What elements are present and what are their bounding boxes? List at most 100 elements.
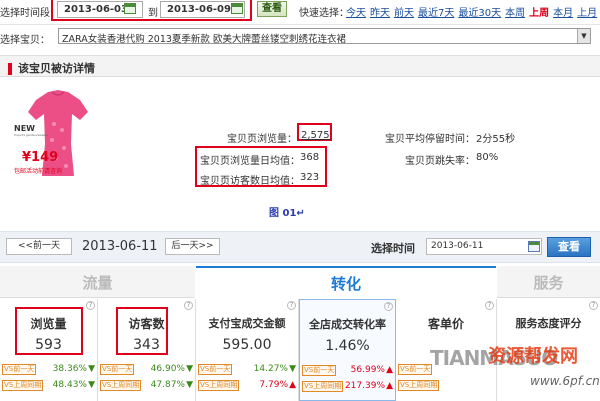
calendar-icon[interactable]	[124, 3, 136, 14]
compare-tag: VS前一天	[302, 365, 337, 376]
page-views-metric-highlight	[15, 307, 83, 355]
product-select-label: 选择宝贝：	[0, 35, 50, 46]
price-tag: ¥149	[22, 150, 59, 165]
daily-uv-value: 323	[300, 172, 320, 183]
calendar-icon[interactable]	[528, 241, 540, 252]
avg-stay-label: 宝贝平均停留时间：	[385, 134, 475, 145]
metric-label: 服务态度评分	[515, 317, 582, 330]
compare-last-week: VS上周同期 47.87% ▼	[98, 379, 195, 393]
compare-percent: 217.39%	[344, 381, 385, 391]
arrow-down-icon: ▼	[88, 364, 95, 374]
date-picker-input[interactable]: 2013-06-11	[426, 238, 542, 255]
metric-alipay-amount: ? 支付宝成交金额 595.00 VS前一天 14.27% ▼ VS上周同期 7…	[196, 299, 299, 401]
help-icon[interactable]: ?	[384, 302, 393, 311]
arrow-down-icon: ▼	[88, 380, 95, 390]
help-icon[interactable]: ?	[287, 301, 296, 310]
metric-avg-order-value: ? 客单价 VS前一天 VS上周同期	[396, 299, 497, 401]
arrow-up-icon: ▲	[289, 380, 296, 390]
quick-link-yesterday[interactable]: 昨天	[370, 4, 390, 19]
badge-caption: Cupid's garden/sweets	[14, 133, 49, 137]
visit-detail-section-header: 该宝贝被访详情	[0, 55, 600, 77]
compare-tag: VS前一天	[398, 364, 433, 375]
prev-day-button[interactable]: <<前一天	[6, 238, 72, 255]
daily-pv-label: 宝贝页浏览量日均值：	[200, 156, 300, 167]
query-button[interactable]: 查看	[257, 1, 287, 17]
to-label: 到	[148, 8, 158, 19]
metric-label: 全店成交转化率	[309, 318, 386, 331]
tab-service[interactable]: 服务	[497, 266, 600, 298]
figure-caption: 图 01↵	[269, 208, 305, 219]
metric-label: 支付宝成交金额	[208, 317, 286, 330]
compare-percent: 48.43%	[52, 380, 87, 390]
compare-prev-day: VS前一天 56.99% ▲	[300, 364, 395, 378]
calendar-icon[interactable]	[231, 3, 243, 14]
tab-conversion[interactable]: 转化	[196, 266, 496, 298]
compare-percent: 14.27%	[253, 364, 288, 374]
bounce-rate-label: 宝贝页跳失率：	[405, 156, 475, 167]
arrow-down-icon: ▼	[186, 380, 193, 390]
product-select-value: ZARA女装香港代购 2013夏季新款 欧美大牌蕾丝镂空刺绣花连衣裙	[62, 34, 346, 45]
product-image: NEW Cupid's garden/sweets ¥149 包邮活动前请咨询	[14, 84, 102, 184]
compare-tag: VS前一天	[198, 364, 233, 375]
arrow-down-icon: ▼	[289, 364, 296, 374]
compare-tag: VS前一天	[100, 364, 135, 375]
quick-select-label: 快速选择：	[299, 8, 349, 19]
product-select-dropdown[interactable]: ZARA女装香港代购 2013夏季新款 欧美大牌蕾丝镂空刺绣花连衣裙 ▼	[58, 28, 591, 45]
metric-page-views: ? 浏览量 593 VS前一天 38.36% ▼ VS上周同期 48.43% ▼	[0, 299, 98, 401]
quick-link-today[interactable]: 今天	[346, 4, 366, 19]
compare-tag: VS上周同期	[302, 381, 344, 392]
bounce-rate-value: 80%	[476, 152, 499, 163]
help-icon[interactable]: ?	[485, 301, 494, 310]
page-views-value: 2,575	[301, 130, 330, 141]
compare-last-week: VS上周同期 48.43% ▼	[0, 379, 97, 393]
help-icon[interactable]: ?	[589, 301, 598, 310]
avg-stay-value: 2分55秒	[476, 134, 516, 145]
metric-visitors: ? 访客数 343 VS前一天 46.90% ▼ VS上周同期 47.87% ▼	[98, 299, 196, 401]
compare-prev-day: VS前一天	[396, 363, 496, 377]
quick-link-this-month[interactable]: 本月	[553, 4, 573, 19]
query-button[interactable]: 查看	[547, 237, 591, 257]
compare-tag: VS上周同期	[100, 380, 142, 391]
section-title-text: 该宝贝被访详情	[18, 62, 95, 75]
compare-last-week: VS上周同期 7.79% ▲	[196, 379, 298, 393]
arrow-down-icon: ▼	[186, 364, 193, 374]
help-icon[interactable]: ?	[184, 301, 193, 310]
tab-traffic[interactable]: 流量	[0, 266, 195, 298]
compare-prev-day: VS前一天 46.90% ▼	[98, 363, 195, 377]
compare-prev-day: VS前一天 14.27% ▼	[196, 363, 298, 377]
quick-link-last-7-days[interactable]: 最近7天	[418, 4, 454, 19]
tab-traffic-label: 流量	[82, 274, 113, 292]
compare-percent: 47.87%	[150, 380, 185, 390]
quick-link-this-week[interactable]: 本周	[505, 4, 525, 19]
quick-link-last-week[interactable]: 上周	[529, 4, 549, 19]
compare-percent: 46.90%	[150, 364, 185, 374]
compare-prev-day: VS前一天 38.36% ▼	[0, 363, 97, 377]
metric-store-conversion-rate: ? 全店成交转化率 1.46% VS前一天 56.99% ▲ VS上周同期 21…	[299, 299, 396, 401]
promo-text: 包邮活动前请咨询	[14, 168, 63, 175]
compare-percent: 7.79%	[259, 380, 288, 390]
select-time-label: 选择时间	[371, 242, 415, 255]
page-views-label: 宝贝页浏览量：	[227, 134, 297, 145]
compare-last-week: VS上周同期 217.39% ▲	[300, 380, 395, 394]
product-select-row: 选择宝贝： ZARA女装香港代购 2013夏季新款 欧美大牌蕾丝镂空刺绣花连衣裙…	[0, 24, 600, 46]
next-day-button[interactable]: 后一天>>	[165, 238, 220, 255]
tab-service-label: 服务	[533, 274, 564, 292]
section-bullet-icon	[8, 63, 12, 75]
compare-last-week: VS上周同期	[396, 379, 496, 393]
arrow-up-icon: ▲	[386, 365, 393, 375]
help-icon[interactable]: ?	[86, 301, 95, 310]
quick-link-day-before[interactable]: 前天	[394, 4, 414, 19]
chevron-down-icon[interactable]: ▼	[577, 29, 590, 43]
time-filter-bar: 选择时间段： 2013-06-03 到 2013-06-09 查看 快速选择： …	[0, 0, 600, 21]
quick-links: 今天 昨天 前天 最近7天 最近30天 本周 上周 本月 上月	[346, 4, 600, 19]
daily-pv-value: 368	[300, 152, 320, 163]
current-date: 2013-06-11	[82, 239, 158, 254]
tab-conversion-label: 转化	[330, 275, 361, 293]
quick-link-last-month[interactable]: 上月	[577, 4, 597, 19]
compare-percent: 38.36%	[52, 364, 87, 374]
compare-tag: VS上周同期	[198, 380, 240, 391]
arrow-up-icon: ▲	[386, 381, 393, 391]
quick-link-last-30-days[interactable]: 最近30天	[458, 4, 501, 19]
date-picker-value: 2013-06-11	[431, 241, 484, 251]
metric-label: 客单价	[427, 317, 464, 331]
